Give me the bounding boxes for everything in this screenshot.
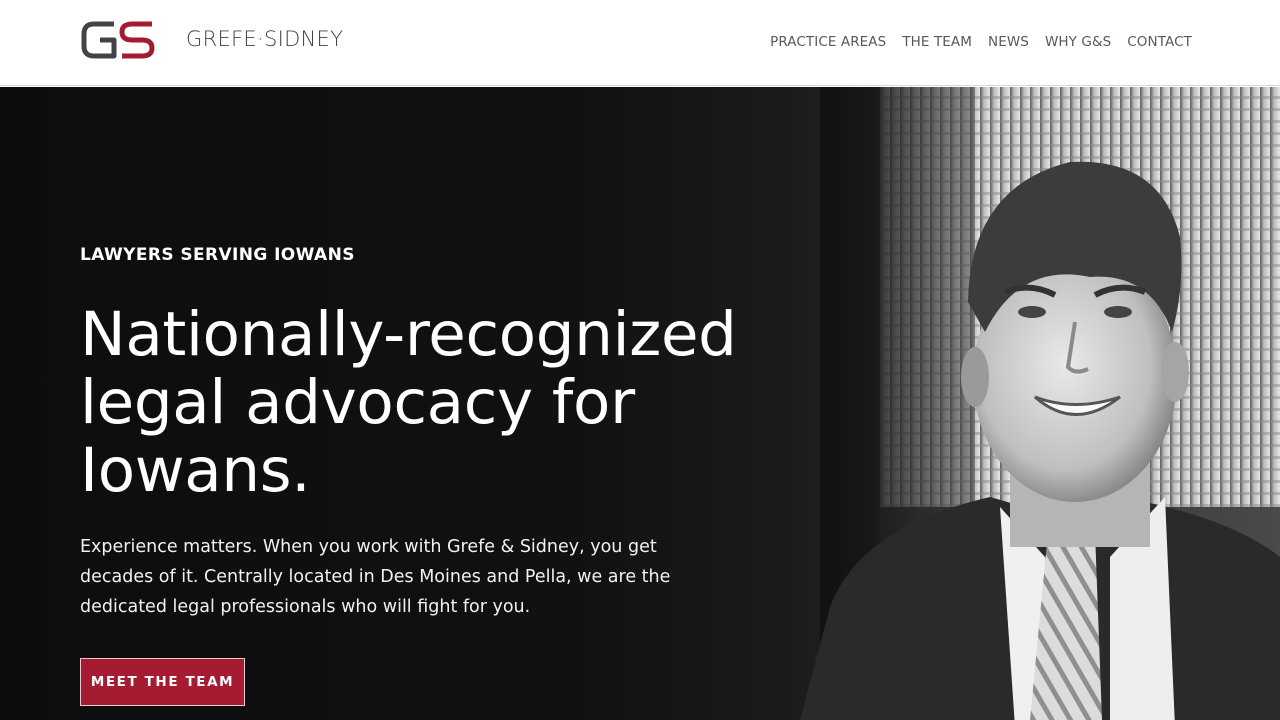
nav-item-news[interactable]: NEWS [988,34,1029,50]
main-nav: PRACTICE AREAS THE TEAM NEWS WHY G&S CON… [770,34,1192,50]
logo-wordmark[interactable]: GREFE·SIDNEY [186,27,343,51]
nav-item-why-gs[interactable]: WHY G&S [1045,34,1111,50]
nav-item-practice-areas[interactable]: PRACTICE AREAS [770,34,886,50]
hero-headline: Nationally-recognized legal advocacy for… [80,299,737,506]
nav-item-contact[interactable]: CONTACT [1127,34,1192,50]
nav-item-the-team[interactable]: THE TEAM [902,34,972,50]
hero-eyebrow: LAWYERS SERVING IOWANS [80,245,355,265]
meet-the-team-button[interactable]: MEET THE TEAM [80,658,245,706]
hero-section: LAWYERS SERVING IOWANS Nationally-recogn… [0,87,1280,720]
hero-description: Experience matters. When you work with G… [80,537,671,617]
logo-mark-icon[interactable] [80,18,156,62]
site-header: GREFE·SIDNEY PRACTICE AREAS THE TEAM NEW… [0,0,1280,86]
